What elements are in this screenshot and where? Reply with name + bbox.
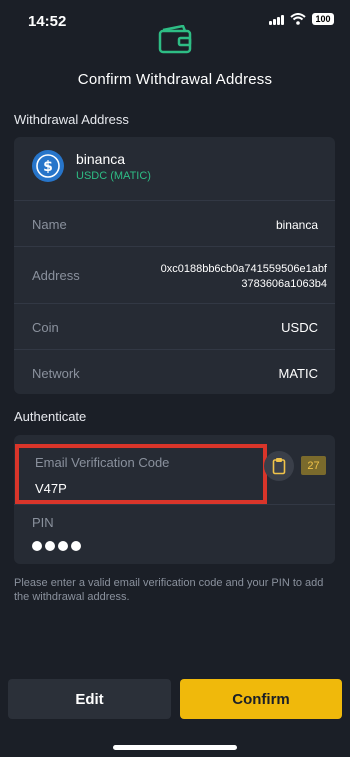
row-label: Network bbox=[32, 366, 80, 381]
address-line-2: 3783606a1063b4 bbox=[241, 278, 327, 290]
signal-icon bbox=[269, 14, 284, 25]
row-value: USDC bbox=[281, 320, 318, 335]
address-line-1: 0xc0188bb6cb0a741559506e1abf bbox=[160, 263, 327, 275]
paste-button[interactable] bbox=[264, 451, 294, 481]
edit-button[interactable]: Edit bbox=[8, 679, 171, 719]
row-value: MATIC bbox=[278, 366, 318, 381]
page-title: Confirm Withdrawal Address bbox=[77, 71, 273, 88]
resend-timer-badge[interactable]: 27 bbox=[301, 456, 326, 475]
pin-label: PIN bbox=[32, 515, 54, 530]
row-label: Address bbox=[32, 268, 80, 283]
coin-network-label: USDC (MATIC) bbox=[76, 170, 151, 182]
pin-field[interactable] bbox=[32, 541, 81, 551]
divider bbox=[14, 504, 335, 505]
email-code-value[interactable]: V47P bbox=[35, 481, 67, 496]
row-name: Name binanca bbox=[14, 200, 335, 247]
withdrawal-card: $ binanca USDC (MATIC) Name binanca Addr… bbox=[14, 137, 335, 394]
battery-icon: 100 bbox=[312, 13, 334, 25]
row-label: Coin bbox=[32, 320, 59, 335]
home-indicator[interactable] bbox=[113, 745, 237, 750]
wallet-icon bbox=[158, 25, 192, 54]
wifi-icon bbox=[290, 13, 306, 25]
pin-dot bbox=[71, 541, 81, 551]
helper-text: Please enter a valid email verification … bbox=[14, 577, 324, 603]
clipboard-icon bbox=[272, 458, 286, 475]
row-coin: Coin USDC bbox=[14, 303, 335, 350]
email-code-label: Email Verification Code bbox=[35, 455, 170, 470]
svg-text:$: $ bbox=[43, 159, 53, 175]
pin-dot bbox=[45, 541, 55, 551]
row-label: Name bbox=[32, 217, 67, 232]
row-network: Network MATIC bbox=[14, 349, 335, 395]
confirm-button[interactable]: Confirm bbox=[180, 679, 342, 719]
authenticate-card: Email Verification Code V47P 27 PIN bbox=[14, 435, 335, 564]
account-name: binanca bbox=[76, 151, 126, 167]
status-icons: 100 bbox=[269, 13, 334, 25]
usdc-coin-icon: $ bbox=[32, 150, 64, 182]
pin-dot bbox=[58, 541, 68, 551]
address-value: 0xc0188bb6cb0a741559506e1abf 3783606a106… bbox=[161, 262, 327, 292]
withdrawal-section-title: Withdrawal Address bbox=[14, 112, 129, 127]
status-time: 14:52 bbox=[28, 13, 67, 30]
pin-dot bbox=[32, 541, 42, 551]
row-address: Address 0xc0188bb6cb0a741559506e1abf 378… bbox=[14, 246, 335, 304]
row-value: binanca bbox=[275, 218, 318, 232]
email-code-field[interactable]: Email Verification Code V47P bbox=[15, 444, 267, 504]
authenticate-section-title: Authenticate bbox=[14, 409, 87, 424]
